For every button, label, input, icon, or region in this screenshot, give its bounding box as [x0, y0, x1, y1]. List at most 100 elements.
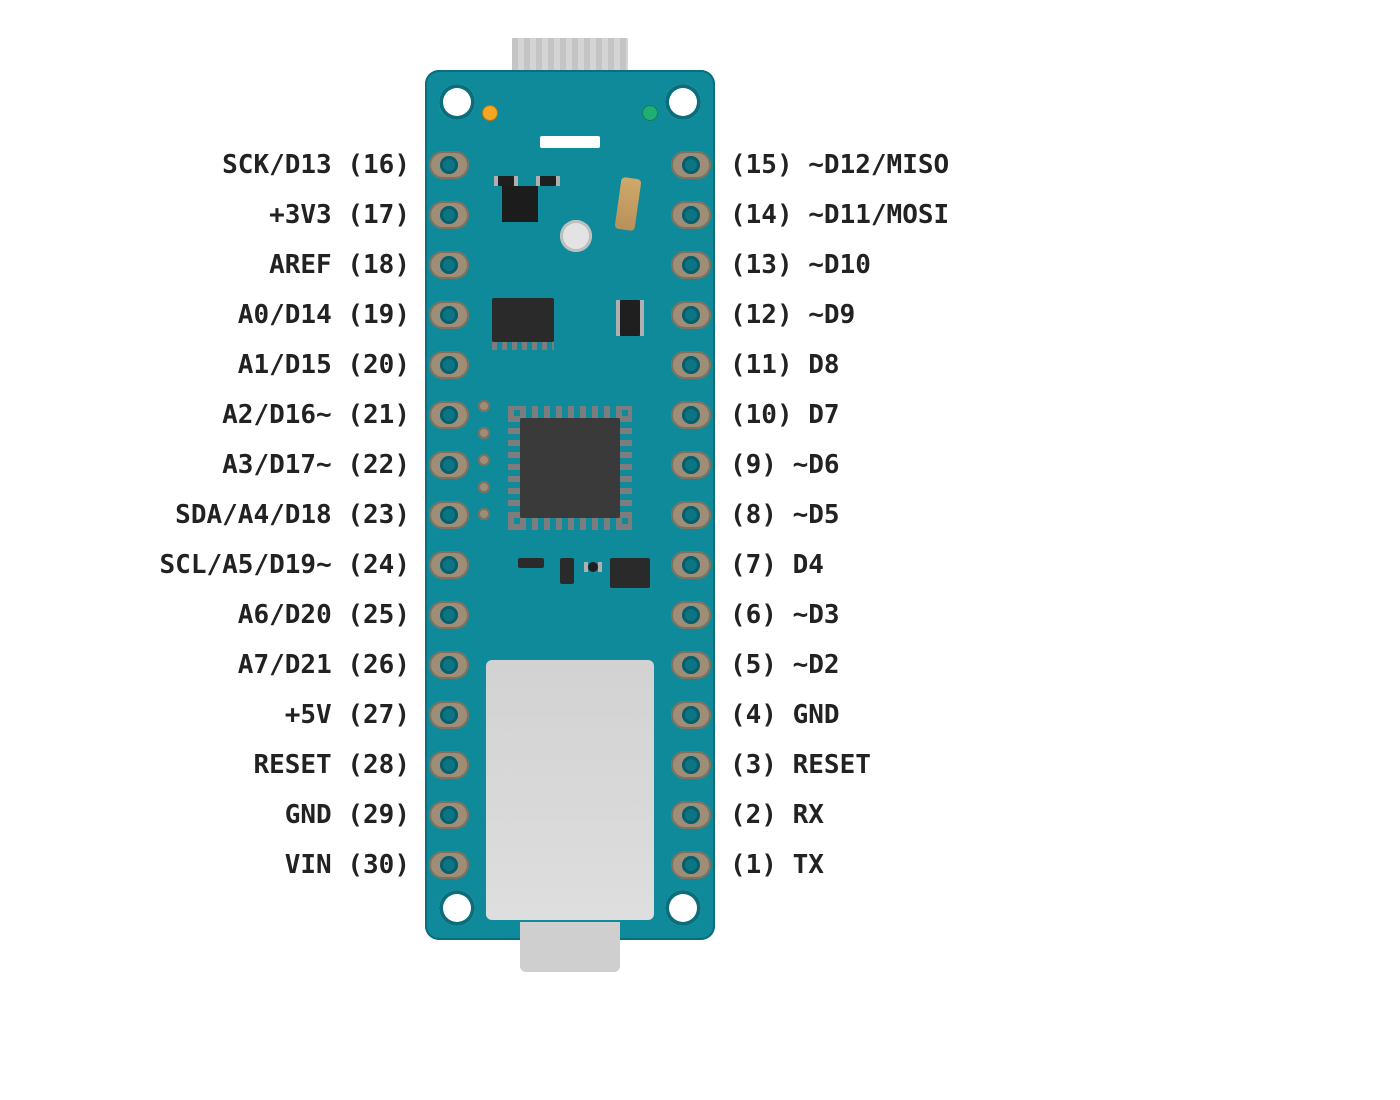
pin-label: AREF (18): [0, 240, 410, 290]
pin-label: (2) RX: [730, 790, 1230, 840]
pin-label: (6) ~D3: [730, 590, 1230, 640]
pin-label: A1/D15 (20): [0, 340, 410, 390]
pin-name: ~D11/MOSI: [808, 200, 949, 230]
pin-label: RESET (28): [0, 740, 410, 790]
pin-pad: [667, 390, 715, 440]
pin-name: RESET: [793, 750, 871, 780]
pin-number: (7): [730, 550, 777, 580]
main-mcu-chip: [520, 418, 620, 518]
pin-label: A0/D14 (19): [0, 290, 410, 340]
pin-name: TX: [793, 850, 824, 880]
pin-pad: [667, 840, 715, 890]
mount-hole-bottom-right: [665, 890, 701, 926]
smd-passive: [620, 300, 640, 336]
pin-number: (21): [347, 400, 410, 430]
pin-number: (26): [347, 650, 410, 680]
pin-name: D4: [793, 550, 824, 580]
pin-number: (4): [730, 700, 777, 730]
pin-name: ~D6: [793, 450, 840, 480]
pin-name: A2/D16~: [222, 400, 332, 430]
rf-shield-metal: [486, 660, 654, 920]
pin-number: (3): [730, 750, 777, 780]
pin-pad: [425, 640, 473, 690]
pin-name: SCK/D13: [222, 150, 332, 180]
pin-number: (11): [730, 350, 793, 380]
pin-number: (30): [347, 850, 410, 880]
pin-name: ~D9: [808, 300, 855, 330]
pin-labels-right-column: (15) ~D12/MISO (14) ~D11/MOSI (13) ~D10 (12…: [730, 140, 1230, 890]
pin-pad: [667, 590, 715, 640]
pin-number: (19): [347, 300, 410, 330]
pin-pad: [425, 190, 473, 240]
pin-pads-left-column: [425, 140, 473, 890]
pin-pad: [667, 740, 715, 790]
pin-name: A3/D17~: [222, 450, 332, 480]
pin-name: +5V: [285, 700, 332, 730]
pin-label: A3/D17~ (22): [0, 440, 410, 490]
status-led-green: [643, 106, 657, 120]
pin-pad: [425, 540, 473, 590]
ic-small-bottom-right: [610, 558, 650, 588]
pin-number: (6): [730, 600, 777, 630]
pin-number: (27): [347, 700, 410, 730]
pin-pad: [667, 490, 715, 540]
status-led-orange: [483, 106, 497, 120]
pin-name: A1/D15: [238, 350, 332, 380]
smd-passive: [540, 176, 556, 186]
pin-name: RESET: [253, 750, 331, 780]
pin-label: VIN (30): [0, 840, 410, 890]
pin-label: (9) ~D6: [730, 440, 1230, 490]
pin-number: (29): [347, 800, 410, 830]
pinout-diagram: SCK/D13 (16)+3V3 (17)AREF (18)A0/D14 (19…: [0, 0, 1400, 1100]
pin-number: (28): [347, 750, 410, 780]
pin-name: AREF: [269, 250, 332, 280]
pin-pad: [425, 740, 473, 790]
ic-small-top: [502, 186, 538, 222]
pin-label: +3V3 (17): [0, 190, 410, 240]
pin-label: (7) D4: [730, 540, 1230, 590]
pin-pad: [667, 290, 715, 340]
mount-hole-top-left: [439, 84, 475, 120]
pin-pad: [425, 690, 473, 740]
pin-number: (23): [347, 500, 410, 530]
pin-pad: [425, 140, 473, 190]
pin-number: (15): [730, 150, 793, 180]
pin-label: (13) ~D10: [730, 240, 1230, 290]
pin-labels-left-column: SCK/D13 (16)+3V3 (17)AREF (18)A0/D14 (19…: [0, 140, 410, 890]
pin-number: (9): [730, 450, 777, 480]
pin-label: (15) ~D12/MISO: [730, 140, 1230, 190]
pin-pad: [425, 390, 473, 440]
pin-label: A7/D21 (26): [0, 640, 410, 690]
pin-name: SDA/A4/D18: [175, 500, 332, 530]
pin-name: GND: [285, 800, 332, 830]
pin-number: (14): [730, 200, 793, 230]
pin-pad: [667, 790, 715, 840]
pin-number: (5): [730, 650, 777, 680]
pin-label: +5V (27): [0, 690, 410, 740]
mount-hole-top-right: [665, 84, 701, 120]
pin-name: D7: [808, 400, 839, 430]
pin-name: RX: [793, 800, 824, 830]
bottom-connector-metal: [520, 922, 620, 972]
pin-number: (2): [730, 800, 777, 830]
pin-name: VIN: [285, 850, 332, 880]
pin-pad: [667, 190, 715, 240]
pin-name: A7/D21: [238, 650, 332, 680]
pin-name: SCL/A5/D19~: [160, 550, 332, 580]
pin-name: ~D12/MISO: [808, 150, 949, 180]
pin-number: (25): [347, 600, 410, 630]
pin-name: ~D2: [793, 650, 840, 680]
pin-pad: [425, 440, 473, 490]
pin-name: ~D10: [808, 250, 871, 280]
pin-name: +3V3: [269, 200, 332, 230]
pin-number: (12): [730, 300, 793, 330]
pin-pad: [425, 290, 473, 340]
pin-label: A6/D20 (25): [0, 590, 410, 640]
pin-pads-right-column: [667, 140, 715, 890]
pin-label: (10) D7: [730, 390, 1230, 440]
pin-label: SCL/A5/D19~ (24): [0, 540, 410, 590]
pin-number: (17): [347, 200, 410, 230]
pin-number: (16): [347, 150, 410, 180]
pin-pad: [667, 540, 715, 590]
pin-label: GND (29): [0, 790, 410, 840]
